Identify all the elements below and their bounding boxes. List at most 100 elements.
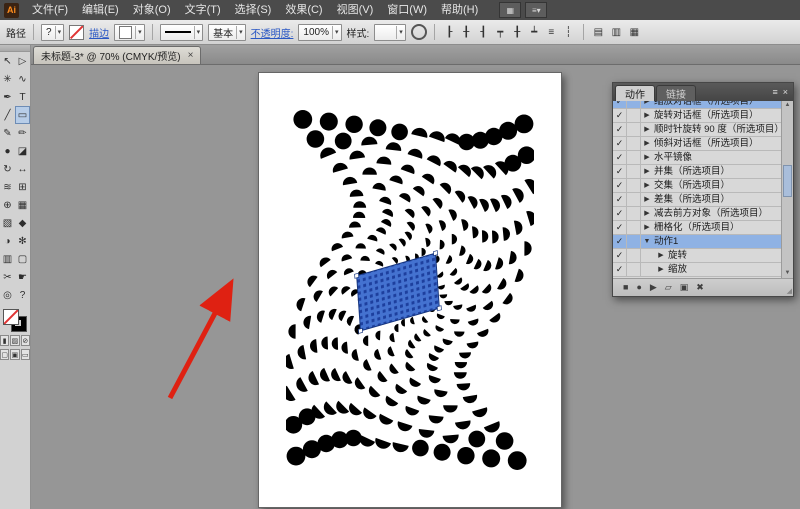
expander-icon[interactable]: ▶: [641, 151, 653, 164]
align-left-icon[interactable]: ┠: [442, 25, 457, 40]
distribute-v-icon[interactable]: ┆: [561, 25, 576, 40]
action-row[interactable]: ✓▶交集（所选项目）: [613, 179, 782, 193]
document-tab[interactable]: 未标题-3* @ 70% (CMYK/预览) ×: [33, 46, 201, 64]
scrollbar-thumb[interactable]: [783, 165, 792, 197]
line-segment-tool[interactable]: ╱: [0, 106, 15, 124]
expander-icon[interactable]: ▼: [641, 235, 653, 248]
action-row[interactable]: ✓▼动作1: [613, 235, 782, 249]
pencil-tool[interactable]: ✏: [15, 124, 30, 142]
scroll-down-icon[interactable]: ▼: [782, 269, 793, 278]
folder-button[interactable]: ▱: [665, 283, 672, 292]
action-row[interactable]: ✓▶缩放对话框（所选项目）: [613, 101, 782, 109]
fill-color-swatch[interactable]: [69, 25, 84, 40]
zoom-tool[interactable]: ◎: [0, 286, 15, 304]
menu-item[interactable]: 帮助(H): [434, 0, 485, 20]
brush-definition-combo[interactable]: 基本▾: [208, 24, 246, 41]
expander-icon[interactable]: ▶: [641, 137, 653, 150]
play-button[interactable]: ▶: [650, 283, 657, 292]
paintbrush-tool[interactable]: ✎: [0, 124, 15, 142]
menu-item[interactable]: 窗口(W): [380, 0, 434, 20]
transform-icon[interactable]: ▤: [591, 25, 606, 40]
resize-grip[interactable]: ◢: [787, 287, 792, 295]
action-check[interactable]: ✓: [613, 137, 627, 150]
menu-item[interactable]: 效果(C): [278, 0, 329, 20]
action-check[interactable]: ✓: [613, 207, 627, 220]
stroke-link[interactable]: 描边: [89, 25, 109, 40]
tab-actions[interactable]: 动作: [615, 85, 655, 101]
action-check[interactable]: ✓: [613, 249, 627, 262]
selection-tool[interactable]: ↖: [0, 52, 15, 70]
expander-icon[interactable]: ▶: [641, 109, 653, 122]
menu-item[interactable]: 文字(T): [178, 0, 228, 20]
opacity-combo[interactable]: 100%▾: [298, 24, 341, 41]
color-button[interactable]: ▮: [0, 335, 9, 346]
pathfinder-icon[interactable]: ▥: [609, 25, 624, 40]
rotate-tool[interactable]: ↻: [0, 160, 15, 178]
align-bottom-icon[interactable]: ┷: [527, 25, 542, 40]
expander-icon[interactable]: ▶: [641, 207, 653, 220]
eyedropper-tool[interactable]: ◆: [15, 214, 30, 232]
action-row[interactable]: ✓▶栅格化（所选项目）: [613, 221, 782, 235]
menu-item[interactable]: 编辑(E): [75, 0, 126, 20]
action-row[interactable]: ✓▶顺时针旋转 90 度（所选项目）: [613, 123, 782, 137]
action-dialog-toggle[interactable]: [627, 249, 641, 262]
menu-item[interactable]: 选择(S): [228, 0, 279, 20]
blend-tool[interactable]: ◑: [0, 232, 15, 250]
expander-icon[interactable]: ▶: [641, 179, 653, 192]
shape-builder-tool[interactable]: ⊕: [0, 196, 15, 214]
scroll-up-icon[interactable]: ▲: [782, 101, 793, 110]
expander-icon[interactable]: ▶: [641, 193, 653, 206]
type-tool[interactable]: T: [15, 88, 30, 106]
none-button[interactable]: ⊘: [21, 335, 30, 346]
expander-icon[interactable]: ▶: [641, 101, 653, 108]
action-row[interactable]: ✓▶旋转: [613, 249, 782, 263]
action-check[interactable]: ✓: [613, 123, 627, 136]
draw-normal-button[interactable]: ▢: [0, 349, 9, 360]
action-row[interactable]: ✓▶减去前方对象（所选项目）: [613, 207, 782, 221]
tab-links[interactable]: 链接: [656, 85, 696, 101]
direct-selection-tool[interactable]: ▷: [15, 52, 30, 70]
graph-tool[interactable]: ▥: [0, 250, 15, 268]
menu-item[interactable]: 视图(V): [330, 0, 381, 20]
expander-icon[interactable]: ▶: [641, 165, 653, 178]
width-tool[interactable]: ≋: [0, 178, 15, 196]
expander-icon[interactable]: ▶: [641, 123, 653, 136]
pen-tool[interactable]: ✒: [0, 88, 15, 106]
action-check[interactable]: ✓: [613, 165, 627, 178]
artboard[interactable]: [258, 72, 562, 508]
action-check[interactable]: ✓: [613, 101, 627, 108]
action-dialog-toggle[interactable]: [627, 123, 641, 136]
menu-item[interactable]: 文件(F): [25, 0, 75, 20]
panel-close-icon[interactable]: ×: [783, 88, 788, 97]
gradient-tool[interactable]: ▧: [0, 214, 15, 232]
artboard-tool[interactable]: ▢: [15, 250, 30, 268]
action-dialog-toggle[interactable]: [627, 207, 641, 220]
scale-tool[interactable]: ↔: [15, 160, 30, 178]
panel-menu-icon[interactable]: ≡: [772, 88, 777, 97]
magic-wand-tool[interactable]: ✳: [0, 70, 15, 88]
slice-tool[interactable]: ✂: [0, 268, 15, 286]
record-button[interactable]: ●: [636, 283, 641, 292]
eraser-tool[interactable]: ◪: [15, 142, 30, 160]
stop-button[interactable]: ■: [623, 283, 628, 292]
gradient-button[interactable]: ▨: [10, 335, 19, 346]
expander-icon[interactable]: ▶: [655, 249, 667, 262]
action-check[interactable]: ✓: [613, 235, 627, 248]
action-dialog-toggle[interactable]: [627, 235, 641, 248]
action-row[interactable]: ✓▶缩放: [613, 263, 782, 277]
symbol-sprayer-tool[interactable]: ✻: [15, 232, 30, 250]
action-check[interactable]: ✓: [613, 109, 627, 122]
action-row[interactable]: ✓▶倾斜对话框（所选项目）: [613, 137, 782, 151]
action-check[interactable]: ✓: [613, 263, 627, 276]
expander-icon[interactable]: ▶: [655, 263, 667, 276]
help-icon[interactable]: ?: [15, 286, 30, 304]
action-row[interactable]: ✓▶并集（所选项目）: [613, 165, 782, 179]
action-dialog-toggle[interactable]: [627, 179, 641, 192]
action-row[interactable]: ✓▶旋转对话框（所选项目）: [613, 109, 782, 123]
arrange-documents-icon[interactable]: ▦: [499, 2, 521, 18]
align-center-h-icon[interactable]: ╂: [459, 25, 474, 40]
stroke-weight-combo[interactable]: ▾: [160, 24, 204, 41]
fill-proxy-swatch[interactable]: [3, 309, 19, 325]
action-dialog-toggle[interactable]: [627, 137, 641, 150]
tools-panel-header[interactable]: [0, 44, 30, 52]
